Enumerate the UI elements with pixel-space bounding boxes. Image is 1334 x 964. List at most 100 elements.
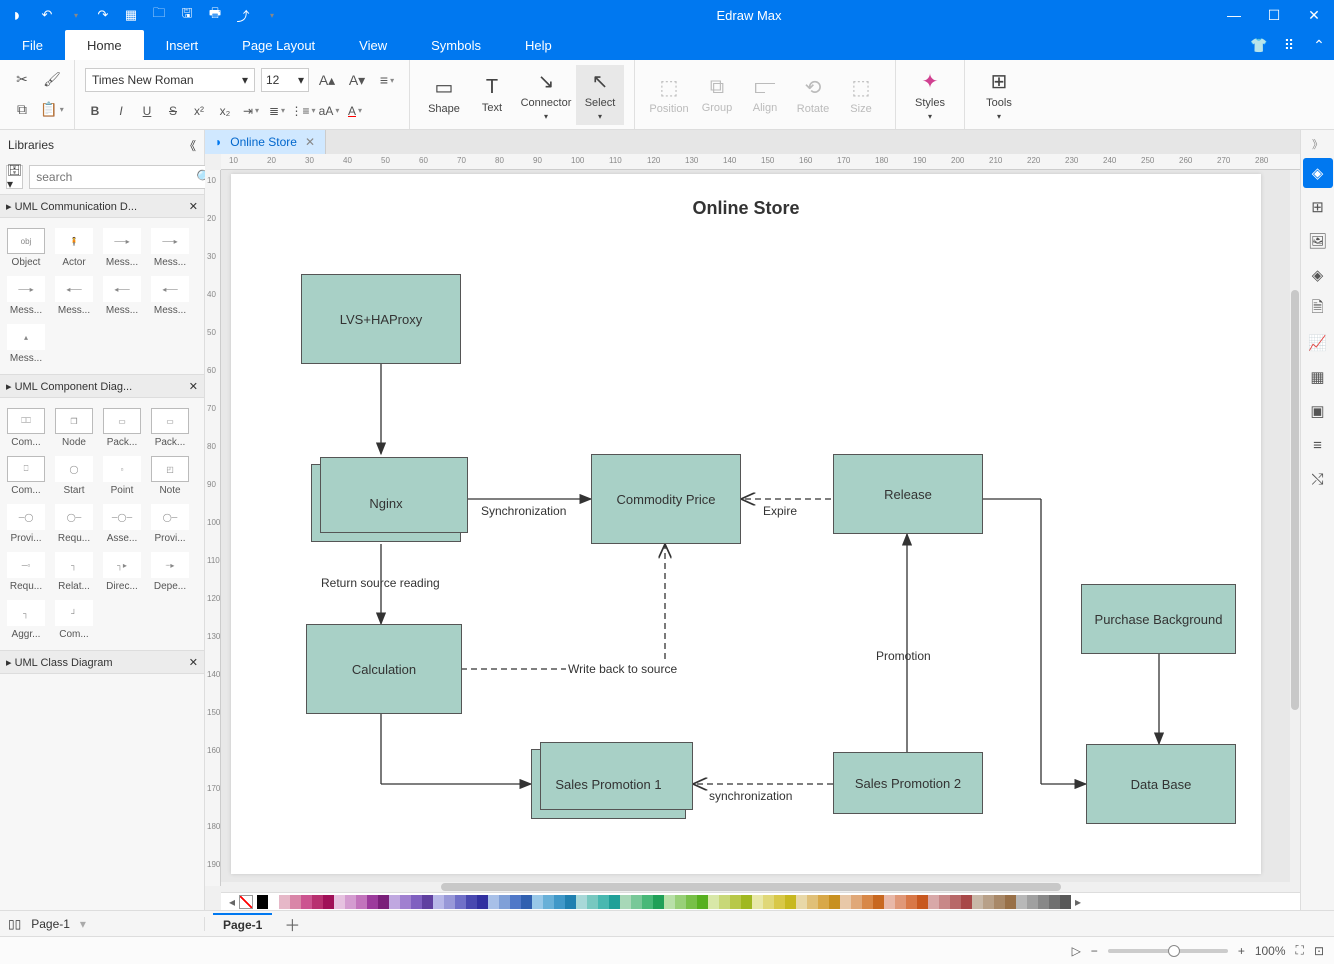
increase-font-icon[interactable]: A▴ [315,68,339,92]
new-icon[interactable]: ▦ [118,2,144,28]
theme-icon[interactable]: ◈ [1303,158,1333,188]
lib-composition[interactable]: ┘Com... [50,596,98,644]
search-input[interactable] [29,165,214,189]
print-icon[interactable]: 🖶 [202,2,228,28]
menu-home[interactable]: Home [65,30,144,60]
case-icon[interactable]: aA [319,101,339,121]
align-tool[interactable]: ⫍Align [741,72,789,118]
color-swatch[interactable] [455,895,466,909]
zoom-slider[interactable] [1108,949,1228,953]
color-swatch[interactable] [576,895,587,909]
lib-actor[interactable]: 🧍Actor [50,224,98,272]
vertical-scrollbar[interactable] [1290,170,1300,882]
save-icon[interactable]: 🖫 [174,2,200,28]
position-tool[interactable]: ⬚Position [645,71,693,119]
line-spacing-icon[interactable]: ≡ [375,68,399,92]
color-swatch[interactable] [1038,895,1049,909]
layers-icon[interactable]: ◈ [1303,260,1333,290]
undo-dropdown[interactable] [62,2,88,28]
color-swatch[interactable] [840,895,851,909]
redo-icon[interactable]: ↷ [90,2,116,28]
menu-insert[interactable]: Insert [144,30,221,60]
align-text-icon[interactable]: ≣ [267,101,287,121]
color-swatch[interactable] [741,895,752,909]
color-swatch[interactable] [807,895,818,909]
color-swatch[interactable] [444,895,455,909]
node-sp1[interactable]: Sales Promotion 1 [531,749,686,819]
color-swatch[interactable] [642,895,653,909]
color-swatch[interactable] [433,895,444,909]
color-swatch[interactable] [411,895,422,909]
color-swatch[interactable] [895,895,906,909]
menu-help[interactable]: Help [503,30,574,60]
page-select[interactable]: Page-1 [31,917,70,931]
fullscreen-icon[interactable]: ⊡ [1314,944,1324,958]
node-lvs[interactable]: LVS+HAProxy [301,274,461,364]
color-swatch[interactable] [565,895,576,909]
color-swatch[interactable] [290,895,301,909]
color-swatch[interactable] [587,895,598,909]
chart-icon[interactable]: 📈 [1303,328,1333,358]
outline-icon[interactable]: ▯▯ [8,917,21,931]
collapse-right-icon[interactable]: 》 [1301,134,1334,154]
color-swatch[interactable] [928,895,939,909]
color-swatch[interactable] [389,895,400,909]
styles-tool[interactable]: ✦Styles▾ [906,65,954,125]
collapse-ribbon-icon[interactable]: ⌃ [1304,30,1334,60]
lib-message-5[interactable]: ◂──Mess... [98,272,146,320]
copy-icon[interactable]: ⧉ [10,98,34,122]
container-icon[interactable]: ▣ [1303,396,1333,426]
color-swatch[interactable] [312,895,323,909]
color-swatch[interactable] [477,895,488,909]
apps-icon[interactable]: ⠿ [1274,30,1304,60]
color-swatch[interactable] [763,895,774,909]
lib-aggregation[interactable]: ┐Aggr... [2,596,50,644]
color-swatch[interactable] [1060,895,1071,909]
color-swatch[interactable] [521,895,532,909]
lib-start[interactable]: ◯Start [50,452,98,500]
color-swatch[interactable] [543,895,554,909]
color-swatch[interactable] [345,895,356,909]
color-swatch[interactable] [719,895,730,909]
canvas[interactable]: Online Store [221,170,1300,892]
color-swatch[interactable] [994,895,1005,909]
decrease-font-icon[interactable]: A▾ [345,68,369,92]
lib-message-4[interactable]: ◂──Mess... [50,272,98,320]
color-swatch[interactable] [884,895,895,909]
color-swatch[interactable] [686,895,697,909]
node-release[interactable]: Release [833,454,983,534]
color-swatch[interactable] [301,895,312,909]
color-swatch[interactable] [796,895,807,909]
page-setup-icon[interactable]: 🗎 [1303,294,1333,324]
lib-provided[interactable]: ─◯Provi... [2,500,50,548]
node-commodity[interactable]: Commodity Price [591,454,741,544]
undo-icon[interactable]: ↶ [34,2,60,28]
color-swatch[interactable] [972,895,983,909]
color-swatch[interactable] [334,895,345,909]
lib-package-1[interactable]: ▭Pack... [98,404,146,452]
color-swatch[interactable] [675,895,686,909]
node-purchase[interactable]: Purchase Background [1081,584,1236,654]
color-swatch[interactable] [620,895,631,909]
section-uml-component[interactable]: ▸ UML Component Diag...✕ [0,374,204,398]
color-swatch[interactable] [268,895,279,909]
color-swatch[interactable] [983,895,994,909]
color-swatch[interactable] [631,895,642,909]
node-sp2[interactable]: Sales Promotion 2 [833,752,983,814]
node-database[interactable]: Data Base [1086,744,1236,824]
lib-note[interactable]: ◰Note [146,452,194,500]
lib-message-2[interactable]: ──▸Mess... [146,224,194,272]
bullets-icon[interactable]: ⋮≡ [293,101,313,121]
lib-object[interactable]: objObject [2,224,50,272]
no-color[interactable] [239,895,253,909]
font-size-select[interactable]: 12▾ [261,68,309,92]
color-swatch[interactable] [488,895,499,909]
format-painter-icon[interactable]: 🖌 [40,67,64,91]
indent-icon[interactable]: ⇥ [241,101,261,121]
font-color-icon[interactable]: A [345,101,365,121]
color-swatch[interactable] [1005,895,1016,909]
close-tab-icon[interactable]: ✕ [305,135,315,149]
superscript-icon[interactable]: x² [189,101,209,121]
color-swatch[interactable] [466,895,477,909]
font-family-select[interactable]: Times New Roman▾ [85,68,255,92]
